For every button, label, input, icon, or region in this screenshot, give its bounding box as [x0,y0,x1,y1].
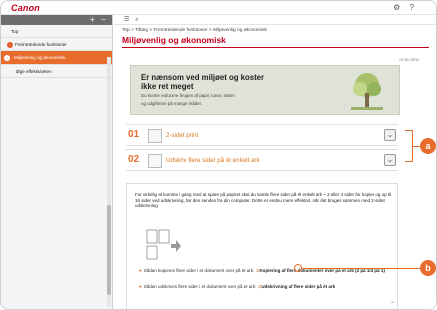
canon-logo: Canon [11,3,40,13]
collapse-all-button[interactable]: − [101,15,106,25]
sidebar-header: + − [1,15,112,25]
feature-label: 2-sidet print [166,132,199,139]
duplex-icon [148,129,162,143]
expand-all-button[interactable]: + [90,15,95,25]
sidebar-item-label: Miljøvenlig og økonomisk [14,55,66,61]
n-up-icon [148,154,162,168]
sidebar-item[interactable]: › Miljøvenlig og økonomisk [1,51,112,65]
banner-heading-line-1: Er nænsom ved miljøet og koster [141,73,265,82]
banner-subtext-line-2: og udgifterne på mange måder. [141,101,203,106]
callout-b-leader [302,268,420,270]
search-icon[interactable]: ⌕ [135,17,138,23]
sidebar-item[interactable]: › Fremtrædende funktioner [1,38,112,52]
content-toolbar: ☰ ⌕ [114,15,436,25]
banner-subtext-line-1: Du kunne reducere brugen af papir, toner… [141,93,235,98]
feature-number: 01 [128,129,140,140]
sidebar: + − Top›Vigtige sikkerhedsanvisninger›Gr… [1,15,436,309]
banner-heading-line-2: ikke ret meget [141,82,194,91]
tree-illustration [351,73,383,110]
feature-number: 02 [128,154,140,165]
sidebar-item-label: Fremtrædende funktioner [15,42,67,48]
bullet-print: ● Sådan udskrives flere sider i et dokume… [139,284,336,289]
expand-button[interactable]: ⌄ [384,154,396,166]
page-title: Miljøvenlig og økonomisk [122,35,429,48]
help-icon[interactable]: ? [410,3,414,12]
breadcrumb[interactable]: Top > Tillæg > Fremtrædende funktioner >… [114,25,436,35]
sidebar-item[interactable]: Top [1,25,112,39]
list-icon[interactable]: ☰ [124,17,129,23]
callout-b-ring [294,264,302,272]
callout-b: b [420,260,436,276]
print-multiple-link[interactable]: Udskrivning af flere sider på ét ark [261,284,335,289]
sidebar-item[interactable]: Øge effektiviteten [1,65,112,78]
detail-description: For virkelig at komme i gang med at spar… [135,192,392,209]
feature-detail-panel: For virkelig at komme i gang med at spar… [126,183,398,309]
callout-a-leader [412,146,420,148]
sidebar-item-label: Top [11,29,19,34]
chevron-right-icon: › [4,54,10,61]
n-up-pages-illustration [146,229,181,260]
sidebar-scroll-thumb[interactable] [107,205,111,295]
chevron-right-icon: › [7,41,13,48]
top-bar: Canon ⚙ ? [1,1,436,15]
gear-icon[interactable]: ⚙ [393,3,400,12]
feature-row-duplex[interactable]: 01 2-sidet print ⌄ [126,124,398,146]
help-window: Canon ⚙ ? + − Top›Vigtige sikkerhedsanvi… [0,0,437,310]
sidebar-item-label: Øge effektiviteten [16,68,52,74]
page-code: 0Y1E-0EW [399,57,419,62]
feature-row-n-up[interactable]: 02 Udskriv flere sider på ét enkelt ark … [126,149,398,171]
expand-button[interactable]: ⌄ [384,129,396,141]
bullet-copy-text: Sådan kopieres flere sider i et dokument… [143,268,255,273]
sidebar-nav: Top›Vigtige sikkerhedsanvisninger›Grundl… [1,25,436,309]
callout-a: a [420,138,436,154]
feature-label: Udskriv flere sider på ét enkelt ark [166,157,260,164]
content-pane: ☰ ⌕ Top > Tillæg > Fremtrædende funktion… [114,15,436,309]
eco-banner: Er nænsom ved miljøet og koster ikke ret… [130,65,400,115]
scroll-down-icon[interactable]: ⌃ [390,301,395,308]
bullet-print-text: Sådan udskrives flere sider i et dokumen… [143,284,257,289]
